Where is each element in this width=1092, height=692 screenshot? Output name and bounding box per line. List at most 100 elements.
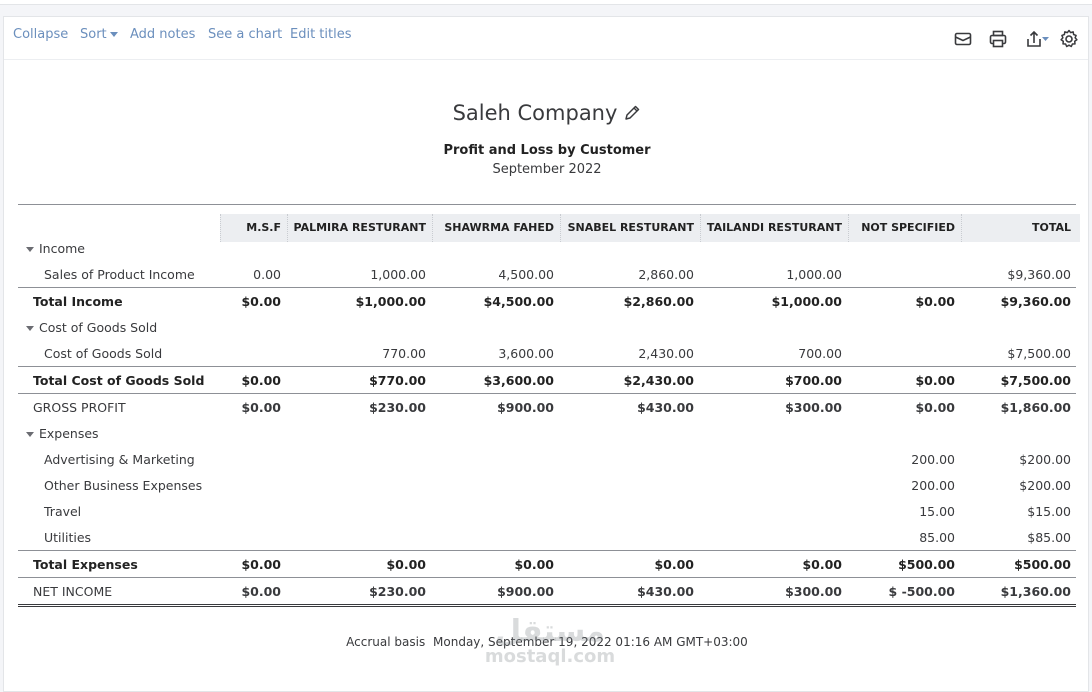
- cell-value[interactable]: 0.00: [220, 267, 281, 282]
- cell-value[interactable]: $7,500.00: [961, 373, 1071, 388]
- cell-value[interactable]: $1,860.00: [961, 400, 1071, 415]
- cell-value[interactable]: $200.00: [961, 452, 1071, 467]
- row-label: Sales of Product Income: [44, 267, 195, 282]
- cell-value[interactable]: 700.00: [700, 346, 842, 361]
- cell-value[interactable]: $1,000.00: [700, 294, 842, 309]
- cell-value[interactable]: $300.00: [700, 584, 842, 599]
- cell-value[interactable]: $0.00: [220, 294, 281, 309]
- row-label-text: Travel: [44, 504, 82, 519]
- cell-value[interactable]: $430.00: [560, 584, 694, 599]
- export-icon[interactable]: [1024, 28, 1050, 50]
- sort-label: Sort: [80, 27, 107, 42]
- report-period: September 2022: [492, 162, 602, 177]
- cell-value[interactable]: $9,360.00: [961, 294, 1071, 309]
- cell-value[interactable]: $700.00: [700, 373, 842, 388]
- cell-value[interactable]: 770.00: [287, 346, 426, 361]
- email-icon[interactable]: [952, 28, 974, 50]
- caret-down-icon[interactable]: [26, 432, 34, 437]
- cell-value[interactable]: $2,430.00: [560, 373, 694, 388]
- cell-value[interactable]: $0.00: [848, 294, 955, 309]
- section-label[interactable]: Cost of Goods Sold: [26, 320, 157, 335]
- cell-value[interactable]: $0.00: [220, 400, 281, 415]
- cell-value[interactable]: $0.00: [432, 557, 554, 572]
- row-label: Other Business Expenses: [44, 478, 202, 493]
- add-notes-link[interactable]: Add notes: [130, 27, 195, 42]
- caret-down-icon[interactable]: [26, 326, 34, 331]
- cell-value[interactable]: 1,000.00: [700, 267, 842, 282]
- cell-value[interactable]: $430.00: [560, 400, 694, 415]
- cell-value[interactable]: 15.00: [848, 504, 955, 519]
- cell-value[interactable]: $0.00: [560, 557, 694, 572]
- cell-value[interactable]: $770.00: [287, 373, 426, 388]
- report-title: Profit and Loss by Customer: [443, 143, 651, 158]
- cell-value[interactable]: $4,500.00: [432, 294, 554, 309]
- cell-value[interactable]: $3,600.00: [432, 373, 554, 388]
- row-label: Utilities: [44, 530, 91, 545]
- cell-value[interactable]: 1,000.00: [287, 267, 426, 282]
- table-row: Total Cost of Goods Sold $0.00 $770.00 $3,6…: [18, 366, 1076, 393]
- see-chart-link[interactable]: See a chart: [208, 27, 282, 42]
- cell-value[interactable]: 200.00: [848, 452, 955, 467]
- cell-value[interactable]: $500.00: [848, 557, 955, 572]
- row-label-text: Other Business Expenses: [44, 478, 203, 493]
- row-label: Total Expenses: [33, 557, 138, 572]
- gear-icon[interactable]: [1058, 28, 1080, 50]
- row-label-text: Cost of Goods Sold: [44, 346, 163, 361]
- table-row: Sales of Product Income 0.00 1,000.00 4,500…: [18, 261, 1076, 287]
- cell-value[interactable]: $7,500.00: [961, 346, 1071, 361]
- sort-dropdown[interactable]: Sort: [80, 27, 118, 42]
- company-name-text: Saleh Company: [452, 101, 618, 125]
- table-row: Total Expenses $0.00 $0.00 $0.00 $0.00 $0.00 $…: [18, 550, 1076, 577]
- edit-titles-link[interactable]: Edit titles: [290, 27, 352, 42]
- table-row: Other Business Expenses 200.00 $200.00: [18, 472, 1076, 498]
- cell-value[interactable]: $15.00: [961, 504, 1071, 519]
- report-footer: Accrual basis Monday, September 19, 2022…: [4, 635, 1090, 649]
- cell-value[interactable]: 3,600.00: [432, 346, 554, 361]
- row-label: Total Cost of Goods Sold: [33, 373, 204, 388]
- cell-value[interactable]: $230.00: [287, 400, 426, 415]
- row-label-text: Total Income: [33, 294, 123, 309]
- top-strip: [0, 0, 1092, 5]
- chevron-down-icon: [109, 32, 118, 37]
- row-label: NET INCOME: [33, 584, 112, 599]
- collapse-link[interactable]: Collapse: [13, 27, 68, 42]
- cell-value[interactable]: 200.00: [848, 478, 955, 493]
- cell-value[interactable]: $0.00: [220, 557, 281, 572]
- row-label-text: NET INCOME: [33, 584, 113, 599]
- cell-value[interactable]: $0.00: [848, 400, 955, 415]
- table-header: M.S.F PALMIRA RESTURANT SHAWRMA FAHED SNABE…: [18, 204, 1080, 242]
- cell-value[interactable]: $2,860.00: [560, 294, 694, 309]
- company-name: Saleh Company: [4, 101, 1090, 125]
- cell-value[interactable]: $300.00: [700, 400, 842, 415]
- cell-value[interactable]: $1,360.00: [961, 584, 1071, 599]
- report-panel: Collapse Sort Add notes See a chart Edit…: [3, 16, 1089, 692]
- cell-value[interactable]: 85.00: [848, 530, 955, 545]
- cell-value[interactable]: $0.00: [220, 373, 281, 388]
- print-icon[interactable]: [987, 28, 1009, 50]
- pencil-icon[interactable]: [623, 103, 641, 121]
- cell-value[interactable]: $230.00: [287, 584, 426, 599]
- cell-value[interactable]: $900.00: [432, 400, 554, 415]
- cell-value[interactable]: $ -500.00: [848, 584, 955, 599]
- cell-value[interactable]: 4,500.00: [432, 267, 554, 282]
- cell-value[interactable]: 2,430.00: [560, 346, 694, 361]
- table-row: Cost of Goods Sold: [18, 314, 1076, 340]
- row-label-text: Total Cost of Goods Sold: [33, 373, 205, 388]
- cell-value[interactable]: $200.00: [961, 478, 1071, 493]
- cell-value[interactable]: $0.00: [700, 557, 842, 572]
- cell-value[interactable]: $900.00: [432, 584, 554, 599]
- cell-value[interactable]: $9,360.00: [961, 267, 1071, 282]
- cell-value[interactable]: $500.00: [961, 557, 1071, 572]
- row-label: Cost of Goods Sold: [44, 346, 162, 361]
- cell-value[interactable]: $0.00: [287, 557, 426, 572]
- accrual-basis: Accrual basis: [346, 635, 426, 649]
- section-label[interactable]: Income: [26, 241, 85, 256]
- cell-value[interactable]: $1,000.00: [287, 294, 426, 309]
- cell-value[interactable]: 2,860.00: [560, 267, 694, 282]
- cell-value[interactable]: $85.00: [961, 530, 1071, 545]
- section-label[interactable]: Expenses: [26, 426, 99, 441]
- cell-value[interactable]: $0.00: [848, 373, 955, 388]
- cell-value[interactable]: $0.00: [220, 584, 281, 599]
- report-timestamp: Monday, September 19, 2022 01:16 AM GMT+…: [433, 635, 748, 649]
- caret-down-icon[interactable]: [26, 247, 34, 252]
